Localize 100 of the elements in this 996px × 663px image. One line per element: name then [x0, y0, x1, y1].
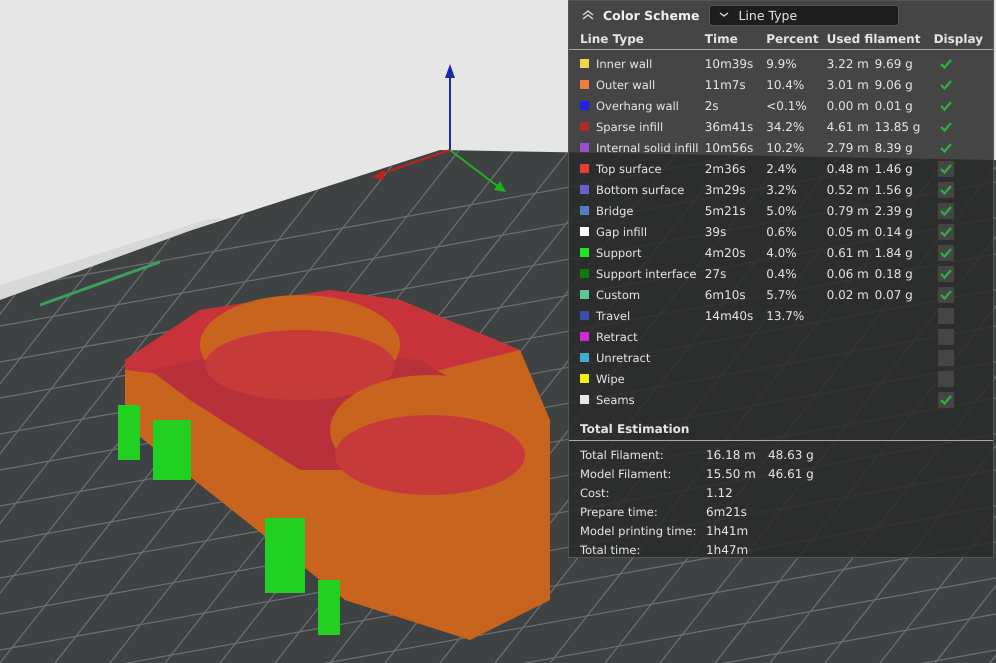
percent-cell: 2.4%	[766, 162, 797, 176]
estimation-value: 1h41m	[706, 524, 750, 538]
estimation-value: 16.18 m	[706, 448, 757, 462]
percent-cell: 0.4%	[766, 266, 797, 280]
percent-cell: 3.2%	[766, 182, 797, 196]
weight-cell: 0.07 g	[874, 288, 913, 302]
length-cell-text: 0.79 m	[826, 204, 870, 218]
length-cell-text: 0.06 m	[826, 266, 870, 280]
time-cell: 2s	[704, 98, 719, 112]
length-cell-text: 0.61 m	[826, 246, 870, 260]
checkmark-icon	[938, 120, 953, 132]
column-header: Display	[934, 32, 984, 46]
chevron-down-icon	[718, 11, 730, 19]
line-type-label: Seams	[596, 392, 635, 406]
time-cell: 11m7s	[704, 78, 746, 92]
length-cell-text: 0.52 m	[826, 182, 870, 196]
percent-cell: 5.0%	[766, 204, 797, 218]
line-type-label: Travel	[596, 308, 630, 322]
display-checkbox[interactable]	[938, 182, 954, 198]
checkmark-icon	[938, 58, 953, 70]
line-type-label: Support	[596, 246, 642, 260]
color-scheme-dropdown[interactable]: Line Type	[709, 4, 900, 26]
length-cell-text: 0.02 m	[826, 288, 870, 302]
length-cell-text: 3.01 m	[826, 78, 870, 92]
line-type-label: Gap infill	[596, 224, 648, 238]
percent-cell: 4.0%	[766, 246, 797, 260]
weight-cell: 0.18 g	[874, 266, 913, 280]
checkmark-icon	[938, 394, 953, 406]
checkmark-icon	[938, 268, 953, 280]
percent-cell: 10.4%	[766, 78, 804, 92]
percent-cell: <0.1%	[766, 98, 807, 112]
line-type-label: Unretract	[596, 350, 650, 364]
display-checkbox[interactable]	[938, 328, 954, 344]
percent-cell: 34.2%	[766, 120, 804, 134]
estimation-label: Total time:	[580, 542, 642, 556]
weight-cell: 1.56 g	[874, 182, 913, 196]
percent-cell: 0.6%	[766, 224, 797, 238]
display-checkbox[interactable]	[938, 202, 954, 218]
display-checkbox[interactable]	[938, 286, 954, 302]
column-header: Line Type	[580, 32, 645, 46]
display-checkbox[interactable]	[938, 370, 954, 386]
time-cell: 2m36s	[704, 162, 746, 176]
weight-cell: 0.14 g	[874, 224, 913, 238]
line-type-label: Bottom surface	[596, 182, 684, 196]
section-title: Total Estimation	[569, 414, 993, 441]
checkmark-icon	[938, 288, 953, 300]
estimation-value: 46.61 g	[768, 466, 815, 480]
weight-cell: 1.46 g	[874, 162, 913, 176]
percent-cell: 13.7%	[766, 308, 804, 322]
percent-cell: 10.2%	[766, 140, 804, 154]
time-cell: 39s	[704, 224, 726, 238]
estimation-label: Model printing time:	[580, 524, 698, 538]
checkmark-icon	[938, 204, 953, 216]
line-type-label: Inner wall	[596, 56, 652, 70]
display-checkbox[interactable]	[938, 350, 954, 366]
weight-cell: 9.06 g	[874, 78, 913, 92]
weight-cell: 8.39 g	[874, 140, 913, 154]
line-type-label: Outer wall	[596, 78, 656, 92]
line-type-label: Internal solid infill	[596, 140, 698, 154]
length-cell-text: 0.00 m	[826, 98, 870, 112]
display-checkbox[interactable]	[938, 224, 954, 240]
line-type-label: Retract	[596, 330, 638, 344]
weight-cell: 0.01 g	[874, 98, 913, 112]
time-cell: 3m29s	[704, 182, 746, 196]
color-scheme-label: Color Scheme	[603, 8, 700, 22]
display-checkbox[interactable]	[938, 160, 954, 176]
column-header: Time	[704, 32, 739, 46]
display-checkbox[interactable]	[938, 392, 954, 408]
checkmark-icon	[938, 78, 953, 90]
estimation-value: 6m21s	[706, 504, 748, 518]
length-cell-text: 0.05 m	[826, 224, 870, 238]
time-cell: 27s	[704, 266, 726, 280]
time-cell: 10m56s	[704, 140, 754, 154]
line-type-label: Top surface	[596, 162, 662, 176]
checkmark-icon	[938, 246, 953, 258]
length-cell-text: 3.22 m	[826, 56, 870, 70]
checkmark-icon	[938, 142, 953, 154]
display-checkbox[interactable]	[938, 308, 954, 324]
estimation-label: Total Filament:	[580, 448, 665, 462]
estimation-label: Model Filament:	[580, 466, 672, 480]
display-checkbox[interactable]	[938, 244, 954, 260]
checkmark-icon	[938, 100, 953, 112]
length-cell-text: 0.48 m	[826, 162, 870, 176]
weight-cell: 1.84 g	[874, 246, 913, 260]
collapse-icon[interactable]	[581, 9, 595, 21]
time-cell: 4m20s	[704, 246, 746, 260]
estimation-value: 48.63 g	[768, 448, 815, 462]
checkmark-icon	[938, 162, 953, 174]
length-cell-text: 4.61 m	[826, 120, 870, 134]
time-cell: 5m21s	[704, 204, 746, 218]
display-checkbox[interactable]	[938, 266, 954, 282]
checkmark-icon	[938, 226, 953, 238]
line-type-label: Overhang wall	[596, 98, 679, 112]
time-cell: 36m41s	[704, 120, 754, 134]
weight-cell: 13.85 g	[874, 120, 920, 134]
line-type-label: Custom	[596, 288, 640, 302]
time-cell: 14m40s	[704, 308, 754, 322]
checkmark-icon	[938, 184, 953, 196]
line-type-label: Support interface	[596, 266, 696, 280]
line-type-label: Wipe	[596, 372, 625, 386]
